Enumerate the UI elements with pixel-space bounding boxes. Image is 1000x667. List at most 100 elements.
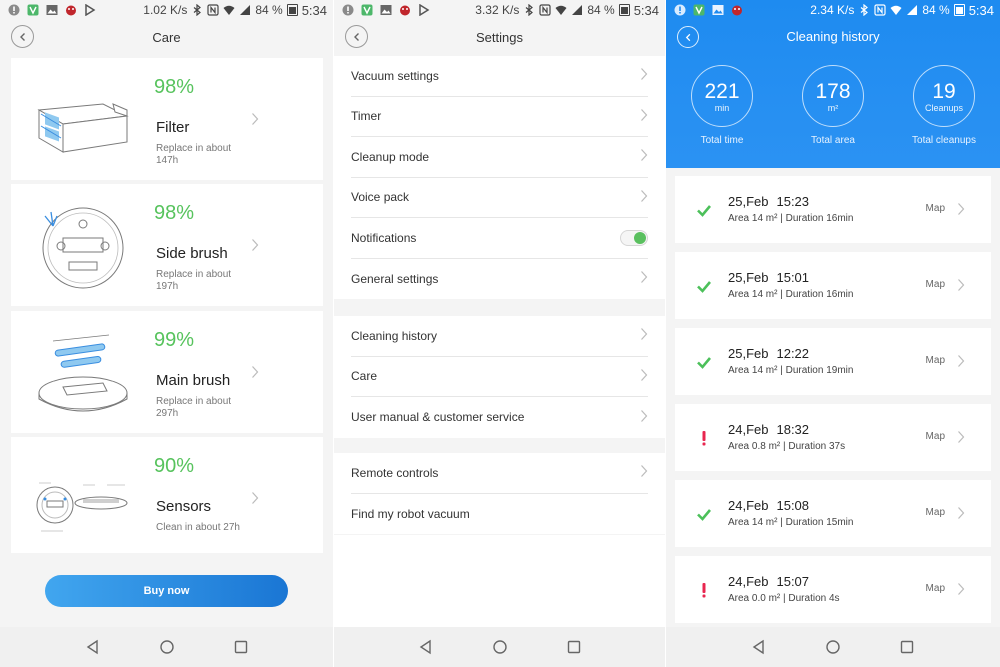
app-red-icon [400,5,410,16]
history-entry[interactable]: 25,Feb 15:23 Area 14 m² | Duration 16min … [675,176,991,243]
success-check-icon [697,205,711,217]
side-brush-remaining: Replace in about 197h [156,269,232,292]
chevron-right-icon [251,112,259,131]
nav-back-icon[interactable] [418,639,434,655]
network-speed: 3.32 K/s [475,3,520,17]
filter-percent: 98% [154,76,195,98]
history-entry[interactable]: 25,Feb 12:22 Area 14 m² | Duration 19min … [675,328,991,395]
chevron-right-icon [957,354,965,373]
care-header: Care [0,22,333,52]
stat-circle: 19 Cleanups [913,65,975,127]
toggle-knob [634,231,646,244]
nav-home-icon[interactable] [159,639,175,655]
warning-exclamation-icon [702,583,706,598]
nav-home-icon[interactable] [825,639,841,655]
map-link[interactable]: Map [926,279,945,290]
map-link[interactable]: Map [926,583,945,594]
buy-now-button[interactable]: Buy now [45,575,288,607]
settings-group-info: Cleaning history Care User manual & cust… [334,316,665,438]
wifi-icon [223,5,235,15]
care-item-main-brush[interactable]: 99% Main brush Replace in about 297h [11,311,323,433]
care-item-side-brush[interactable]: 98% Side brush Replace in about 197h [11,184,323,306]
battery-icon [618,4,630,16]
settings-item-remote-controls[interactable]: Remote controls [351,453,648,494]
map-link[interactable]: Map [926,507,945,518]
settings-item-label: Care [351,369,378,384]
status-bar: 1.02 K/s 84 % 5:34 [0,0,333,20]
chevron-right-icon [640,67,648,84]
settings-item-label: Cleaning history [351,328,438,343]
stat-total-cleanups: 19 Cleanups Total cleanups [912,65,976,146]
entry-datetime: 24,Feb 18:32 [728,422,809,437]
page-title: Cleaning history [786,29,880,44]
settings-item-vacuum-settings[interactable]: Vacuum settings [351,56,648,97]
history-entry[interactable]: 24,Feb 15:07 Area 0.0 m² | Duration 4s Ma… [675,556,991,623]
settings-item-general-settings[interactable]: General settings [351,259,648,300]
status-bar: 3.32 K/s 84 % 5:34 [334,0,665,20]
app-red-icon [66,5,76,16]
settings-item-label: Cleanup mode [351,149,430,164]
settings-item-care[interactable]: Care [351,357,648,397]
settings-item-label: Vacuum settings [351,68,439,83]
sensors-name: Sensors [156,498,212,515]
wifi-icon [890,5,902,15]
stat-caption: Total cleanups [912,135,976,146]
notifications-toggle[interactable] [620,229,648,246]
chevron-left-icon [353,32,359,41]
settings-item-cleanup-mode[interactable]: Cleanup mode [351,137,648,178]
entry-details: Area 14 m² | Duration 19min [728,365,854,376]
back-button[interactable] [345,25,368,48]
settings-item-user-manual[interactable]: User manual & customer service [351,397,648,438]
nav-back-icon[interactable] [85,639,101,655]
entry-date: 25,Feb [728,346,769,361]
chevron-right-icon [640,464,648,481]
nav-home-icon[interactable] [492,639,508,655]
chevron-right-icon [957,582,965,601]
stat-value: 178 [815,79,851,103]
nav-recents-icon[interactable] [899,639,915,655]
map-link[interactable]: Map [926,431,945,442]
care-item-filter[interactable]: 98% Filter Replace in about 147h [11,58,323,180]
settings-item-label: Remote controls [351,465,439,480]
nav-recents-icon[interactable] [233,639,249,655]
success-check-icon [697,281,711,293]
entry-details: Area 0.0 m² | Duration 4s [728,593,840,604]
chevron-right-icon [251,365,259,384]
bluetooth-icon [525,4,534,16]
entry-time: 12:22 [776,346,810,361]
map-link[interactable]: Map [926,203,945,214]
settings-item-find-robot[interactable]: Find my robot vacuum [351,494,648,535]
status-bar: 2.34 K/s 84 % 5:34 [666,0,1000,20]
chevron-right-icon [640,148,648,165]
success-check-icon [697,357,711,369]
stat-unit: Cleanups [924,102,964,113]
bluetooth-icon [860,4,869,16]
main-brush-remaining: Replace in about 297h [156,396,232,419]
settings-item-label: User manual & customer service [351,410,525,425]
history-entry[interactable]: 24,Feb 15:08 Area 14 m² | Duration 15min … [675,480,991,547]
chevron-right-icon [640,108,648,125]
settings-item-cleaning-history[interactable]: Cleaning history [351,316,648,357]
map-link[interactable]: Map [926,355,945,366]
care-item-sensors[interactable]: 90% Sensors Clean in about 27h [11,437,323,553]
back-button[interactable] [11,25,34,48]
side-brush-percent: 98% [154,202,195,224]
history-entry[interactable]: 24,Feb 18:32 Area 0.8 m² | Duration 37s M… [675,404,991,471]
sensors-percent: 90% [154,455,195,477]
signal-icon [907,5,918,15]
entry-time: 15:08 [776,498,810,513]
entry-time: 18:32 [776,422,810,437]
alert-icon [342,4,354,16]
settings-group-device: Vacuum settings Timer Cleanup mode Voice… [334,56,665,299]
settings-item-label: Timer [351,109,382,124]
settings-item-voice-pack[interactable]: Voice pack [351,178,648,218]
entry-datetime: 25,Feb 15:23 [728,194,809,209]
battery-icon [286,4,298,16]
gallery-icon [712,5,724,15]
nav-recents-icon[interactable] [566,639,582,655]
nav-back-icon[interactable] [751,639,767,655]
history-entry[interactable]: 25,Feb 15:01 Area 14 m² | Duration 16min … [675,252,991,319]
stat-circle: 178 m² [802,65,864,127]
settings-item-timer[interactable]: Timer [351,97,648,137]
nfc-icon [207,4,219,16]
